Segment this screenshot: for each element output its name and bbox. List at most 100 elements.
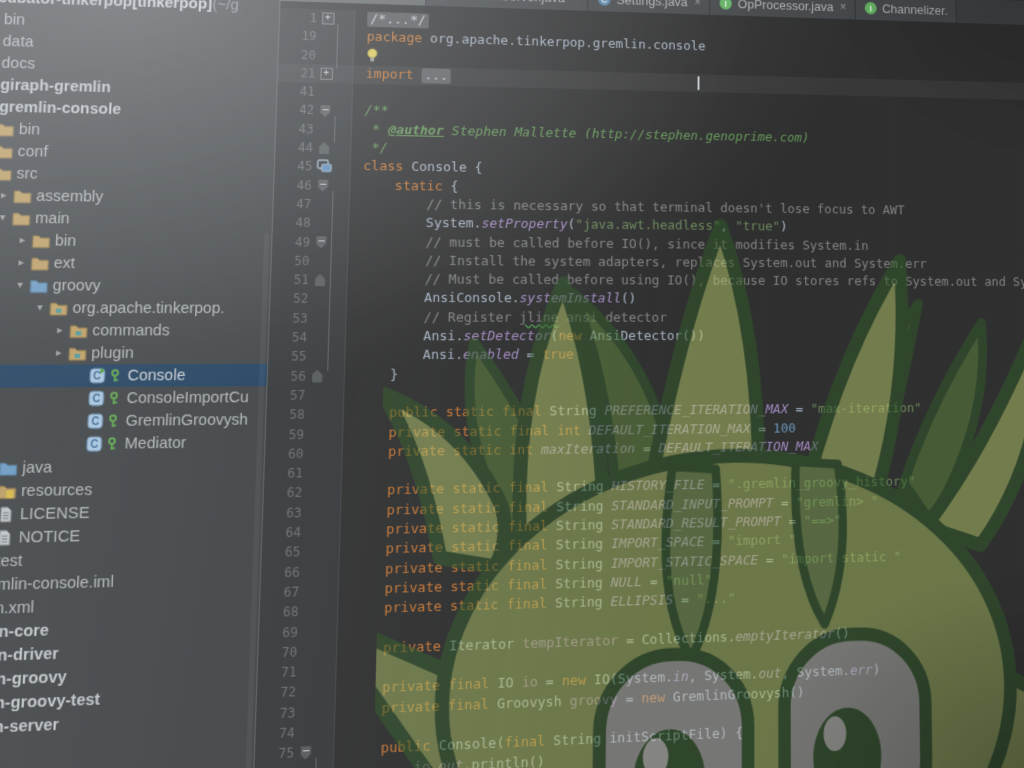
fold-column [300, 672, 316, 673]
tree-row-org-apache-tinkerpop-[interactable]: ▾org.apache.tinkerpop. [0, 296, 269, 319]
fold-column [309, 370, 325, 383]
chevron-right-icon[interactable]: ▸ [13, 257, 30, 269]
chevron-right-icon[interactable]: ▸ [0, 190, 12, 202]
tree-row-assembly[interactable]: ▸assembly [0, 183, 273, 209]
line-number: 64 [262, 523, 301, 544]
fold-marker-end[interactable] [319, 142, 330, 154]
tree-row-commands[interactable]: ▸commands [0, 319, 269, 342]
code-line-53[interactable]: 53 // Register jline ansi detector [269, 309, 1024, 328]
tree-row-main[interactable]: ▾main [0, 206, 272, 232]
tree-item-suffix: [tinkerpop] [132, 0, 213, 12]
lightbulb-icon[interactable] [366, 51, 379, 66]
line-number: 61 [264, 464, 303, 484]
tree-row-plugin[interactable]: ▸ plugin [0, 342, 268, 366]
line-number: 21 [278, 63, 316, 82]
close-icon[interactable]: × [694, 0, 701, 9]
token-k: private static final [385, 538, 547, 558]
tree-row-groovy[interactable]: ▾groovy [0, 274, 270, 298]
token-m: IMPORT_STATIC_SPACE [611, 552, 758, 571]
tree-item-path: (~/g [212, 0, 239, 13]
line-number: 57 [267, 386, 306, 406]
gutter-cell: 43 [276, 119, 352, 139]
fold-marker-end[interactable] [312, 370, 323, 383]
tree-item-label: Console [127, 367, 186, 384]
line-number: 67 [260, 582, 299, 603]
chevron-right-icon[interactable]: ▸ [51, 325, 68, 337]
token-p: IO [489, 675, 522, 692]
line-number: 70 [258, 642, 298, 663]
token-d: * [364, 122, 388, 138]
token-m: ELLIPSIS [610, 593, 673, 611]
chevron-right-icon[interactable]: ▸ [14, 235, 31, 247]
token-p: = [618, 691, 642, 708]
tree-item-label: plugin [91, 344, 134, 361]
line-number: 44 [275, 138, 313, 157]
line-number: 42 [276, 101, 314, 120]
tab-channelizer-[interactable]: IChannelizer. [855, 0, 956, 23]
tree-item-label: ConsoleImportCu [126, 389, 249, 407]
token-k: private static final [386, 519, 548, 538]
token-m: setProperty [481, 217, 567, 233]
chevron-right-icon[interactable]: ▸ [50, 347, 67, 359]
chevron-down-icon[interactable]: ▾ [31, 302, 48, 314]
token-p [351, 581, 385, 598]
line-number: 68 [259, 602, 298, 623]
chevron-down-icon[interactable]: ▾ [11, 280, 28, 292]
token-f: io [522, 675, 538, 692]
folder-blue-icon [0, 460, 18, 476]
tree-row-console[interactable]: CConsole [0, 364, 267, 388]
token-m: in [673, 670, 689, 686]
gutter-cell: 67 [260, 581, 339, 603]
gutter-cell: 56 [267, 366, 345, 386]
folder-icon [10, 211, 31, 226]
line-number: 47 [273, 194, 311, 213]
fold-marker-plus[interactable]: + [322, 12, 335, 24]
code-line-52[interactable]: 52 AnsiConsole.systemInstall() [270, 290, 1024, 311]
fold-marker-start[interactable] [317, 179, 328, 191]
token-p: IO(System. [586, 670, 673, 689]
token-dt: @author [388, 123, 444, 139]
fold-marker-start[interactable] [316, 236, 327, 249]
svg-text:C: C [90, 416, 99, 428]
line-number: 74 [255, 723, 295, 745]
desktop-stage: Project ▾ ▾incubator-tinkerpop [tinkerpo… [0, 0, 1024, 768]
fold-marker-start[interactable] [320, 105, 331, 117]
token-m: DEFAULT_ITERATION_MAX [658, 439, 818, 456]
gutter-cell: 59 [265, 424, 343, 444]
fold-marker-plus[interactable]: + [320, 68, 333, 80]
token-p: String [548, 537, 612, 554]
token-p: = [642, 574, 666, 590]
token-s: "java.awt.headless" [575, 218, 720, 234]
tree-row-ext[interactable]: ▸ext [0, 251, 271, 275]
token-p [581, 423, 589, 439]
fold-marker-start[interactable] [300, 746, 311, 760]
token-p: Ansi. [358, 348, 463, 364]
code-editor[interactable]: 1+/*...*/19package org.apache.tinkerpop.… [250, 2, 1024, 768]
line-number: 41 [277, 82, 315, 101]
tree-item-label: docs [1, 55, 35, 72]
tree-item-label: test [0, 552, 23, 570]
code-text: /** [352, 102, 389, 121]
gutter-cell: 50 [271, 251, 348, 271]
token-p: , System. [689, 667, 759, 685]
token-k: private static final [384, 596, 547, 617]
tree-row-consoleimportcu[interactable]: CConsoleImportCu [0, 386, 266, 411]
line-number: 1 [280, 8, 318, 28]
fold-marker-end[interactable] [314, 274, 325, 287]
token-p: } [357, 367, 398, 383]
line-number: 73 [256, 703, 296, 725]
close-icon[interactable]: × [840, 0, 847, 13]
chevron-down-icon[interactable]: ▾ [0, 212, 11, 224]
tree-row-bin[interactable]: ▸bin [0, 228, 272, 253]
code-line-54[interactable]: 54 Ansi.setDetector(new AnsiDetector()) [269, 328, 1024, 347]
token-k: private static final [386, 500, 548, 519]
token-p: .println() [463, 754, 545, 768]
close-icon[interactable]: × [572, 0, 579, 5]
file-icon [0, 529, 15, 546]
folder-icon [30, 233, 51, 248]
token-f: groovy [570, 692, 618, 710]
token-p: = [519, 348, 543, 364]
token-m: systemInstall [519, 291, 621, 307]
line-number: 48 [273, 213, 311, 232]
token-m: setDetector [463, 329, 550, 345]
